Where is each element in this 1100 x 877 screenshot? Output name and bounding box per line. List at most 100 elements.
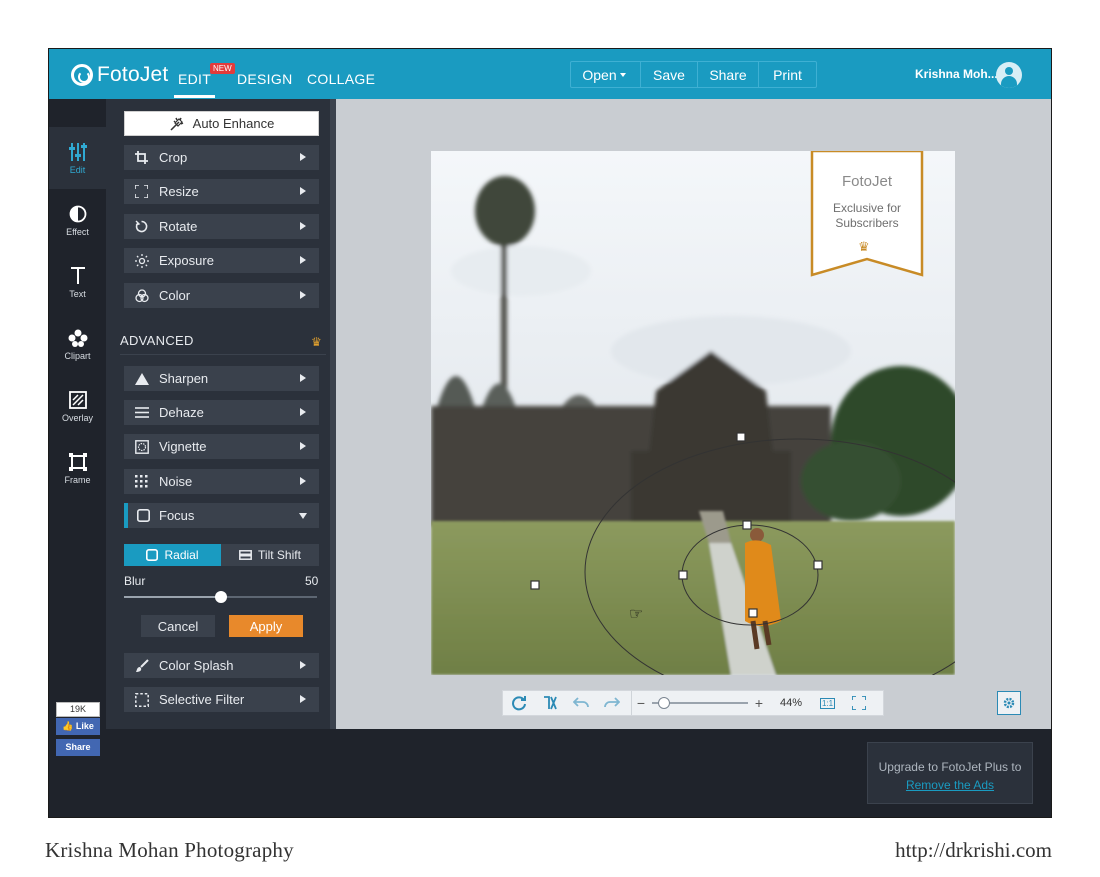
apply-button[interactable]: Apply — [229, 615, 303, 637]
advanced-section-title: ADVANCED — [120, 333, 194, 348]
tool-dehaze[interactable]: Dehaze — [124, 400, 319, 425]
hand-cursor-icon: ☞ — [629, 606, 644, 623]
tool-label: Rotate — [159, 219, 198, 234]
photographer-caption: Krishna Mohan Photography — [45, 838, 294, 862]
fullscreen-icon[interactable] — [843, 691, 874, 715]
print-button[interactable]: Print — [759, 62, 816, 87]
rail-item-edit[interactable]: Edit — [49, 127, 106, 189]
section-divider — [120, 354, 326, 355]
tool-label: Vignette — [159, 439, 207, 454]
tool-exposure[interactable]: Exposure — [124, 248, 319, 273]
chevron-down-icon — [299, 513, 307, 519]
compare-icon[interactable] — [534, 691, 565, 715]
facebook-like-button[interactable]: 👍 Like — [56, 718, 100, 735]
facebook-like-count: 19K — [56, 702, 100, 717]
tool-color[interactable]: Color — [124, 283, 319, 308]
overlay-icon — [68, 390, 87, 410]
file-menu-group: Open Save Share Print — [570, 61, 817, 88]
tab-collage[interactable]: COLLAGE — [307, 71, 375, 87]
caret-down-icon — [619, 72, 626, 77]
save-button[interactable]: Save — [641, 62, 698, 87]
facebook-like-label: Like — [75, 721, 94, 731]
watermark-line-1: Exclusive for — [832, 201, 902, 215]
top-bar: FotoJet EDIT NEW DESIGN COLLAGE Open Sav… — [49, 49, 1051, 99]
rail-item-effect[interactable]: Effect — [49, 189, 106, 251]
tab-edit[interactable]: EDIT — [173, 71, 216, 98]
remove-ads-link[interactable]: Remove the Ads — [868, 776, 1032, 794]
tool-selective-filter[interactable]: Selective Filter — [124, 687, 319, 712]
resize-icon — [124, 185, 159, 198]
tool-color-splash[interactable]: Color Splash — [124, 653, 319, 678]
zoom-slider-handle[interactable] — [658, 697, 671, 709]
chevron-right-icon — [300, 695, 306, 703]
undo-icon[interactable] — [565, 691, 596, 715]
tool-label: Dehaze — [159, 405, 204, 420]
cancel-button[interactable]: Cancel — [141, 615, 215, 637]
avatar[interactable] — [996, 62, 1022, 88]
rail-item-clipart[interactable]: Clipart — [49, 313, 106, 375]
tool-label: Exposure — [159, 253, 214, 268]
upgrade-ad: Upgrade to FotoJet Plus to Remove the Ad… — [867, 742, 1033, 804]
rail-item-overlay[interactable]: Overlay — [49, 375, 106, 437]
color-circles-icon — [124, 288, 159, 303]
triangle-icon — [124, 372, 159, 385]
tool-resize[interactable]: Resize — [124, 179, 319, 204]
focus-mode-radial[interactable]: Radial — [124, 544, 221, 566]
auto-enhance-button[interactable]: Auto Enhance — [124, 111, 319, 136]
open-label: Open — [582, 66, 617, 83]
edit-tools-panel: Auto Enhance Crop Resize Rotate Exposure… — [106, 99, 336, 729]
rail-item-text[interactable]: Text — [49, 251, 106, 313]
tool-category-rail: Edit Effect Text Clipart Overlay Frame 1… — [49, 99, 106, 756]
fotojet-logo[interactable]: FotoJet — [71, 62, 168, 88]
crop-icon — [124, 151, 159, 164]
chevron-right-icon — [300, 222, 306, 230]
zoom-out-icon[interactable]: − — [632, 695, 650, 711]
tool-crop[interactable]: Crop — [124, 145, 319, 170]
facebook-share-button[interactable]: Share — [56, 739, 100, 756]
tool-focus[interactable]: Focus — [124, 503, 319, 528]
blur-slider-fill — [124, 596, 221, 598]
chevron-right-icon — [300, 661, 306, 669]
chevron-right-icon — [300, 153, 306, 161]
sun-icon — [124, 253, 159, 268]
rail-item-frame[interactable]: Frame — [49, 437, 106, 499]
share-button[interactable]: Share — [698, 62, 759, 87]
new-badge: NEW — [210, 63, 235, 74]
redo-icon[interactable] — [596, 691, 627, 715]
tool-label: Sharpen — [159, 371, 209, 386]
chevron-right-icon — [300, 442, 306, 450]
upgrade-text: Upgrade to FotoJet Plus to — [878, 760, 1022, 774]
rail-label-effect: Effect — [66, 226, 89, 237]
rail-label-clipart: Clipart — [64, 350, 91, 361]
blur-slider-handle[interactable] — [214, 591, 227, 603]
user-name[interactable]: Krishna Moh... — [915, 67, 998, 81]
gear-icon — [1003, 697, 1015, 709]
tool-sharpen[interactable]: Sharpen — [124, 366, 319, 391]
tab-design[interactable]: DESIGN — [237, 71, 292, 87]
fotojet-logo-icon — [71, 64, 93, 86]
reset-icon[interactable] — [503, 691, 534, 715]
tool-label: Color Splash — [159, 658, 234, 673]
watermark-line-2: Subscribers — [835, 216, 899, 230]
zoom-in-icon[interactable]: + — [750, 695, 768, 711]
blur-label: Blur — [124, 574, 146, 588]
zoom-slider[interactable] — [652, 697, 748, 709]
blur-slider[interactable] — [124, 591, 317, 603]
focus-mode-tilt-shift[interactable]: Tilt Shift — [221, 544, 319, 566]
frame-icon — [68, 452, 87, 472]
website-caption: http://drkrishi.com — [895, 838, 1052, 862]
vignette-icon — [124, 439, 159, 454]
settings-button[interactable] — [997, 691, 1021, 715]
actual-size-button[interactable]: 1:1 — [812, 691, 843, 715]
tool-label: Crop — [159, 150, 188, 165]
zoom-level: 44% — [780, 697, 803, 709]
tool-noise[interactable]: Noise — [124, 469, 319, 494]
thumbs-up-icon: 👍 — [62, 721, 74, 731]
photo-canvas[interactable]: FotoJet Exclusive for Subscribers ♛ ☞ — [431, 151, 955, 675]
radial-icon — [146, 549, 159, 561]
tool-vignette[interactable]: Vignette — [124, 434, 319, 459]
brush-icon — [124, 658, 159, 673]
watermark-brand: FotoJet — [841, 173, 893, 190]
tool-rotate[interactable]: Rotate — [124, 214, 319, 239]
open-menu[interactable]: Open — [571, 62, 641, 87]
